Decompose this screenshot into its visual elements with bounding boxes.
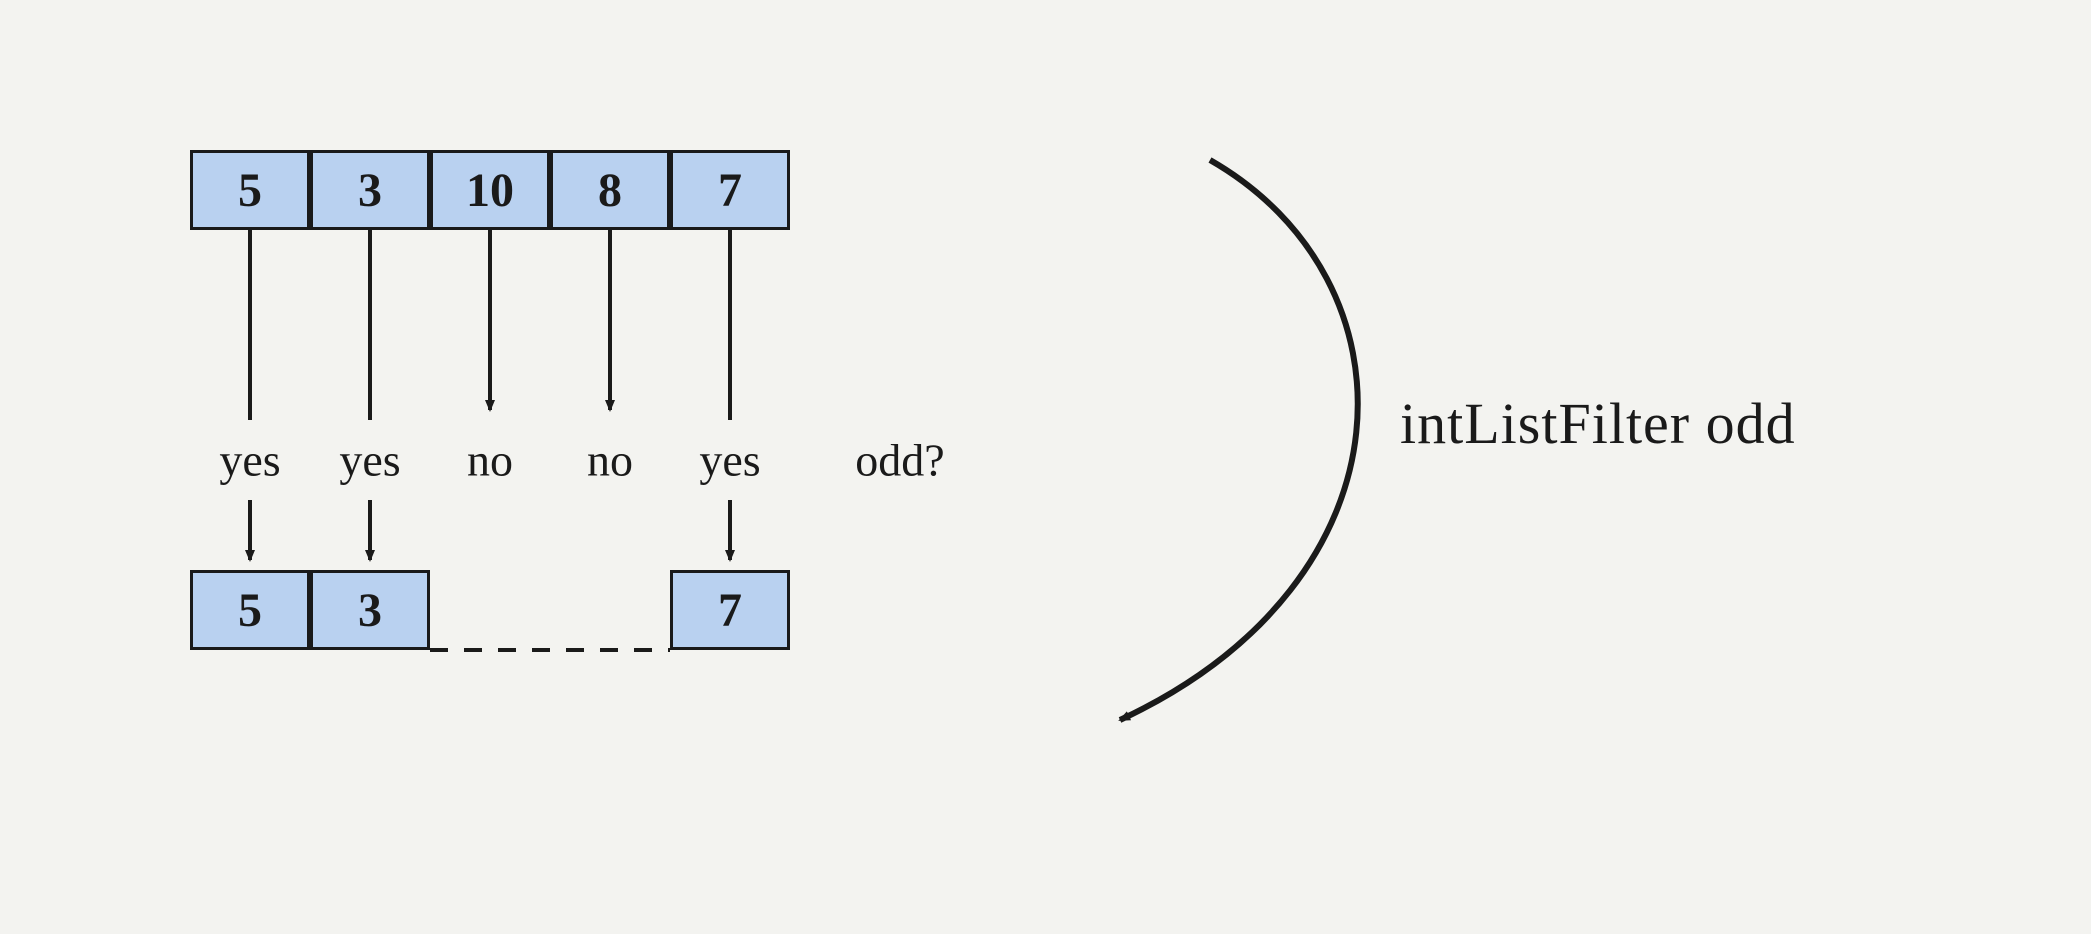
- output-cell-1: 3: [310, 570, 430, 650]
- input-cell-0: 5: [190, 150, 310, 230]
- predicate-result-3: no: [587, 434, 633, 487]
- result-text: yes: [219, 435, 280, 486]
- input-cell-2: 10: [430, 150, 550, 230]
- output-cell-0: 5: [190, 570, 310, 650]
- output-cell-2: 7: [670, 570, 790, 650]
- function-arc-arrow-icon: [1120, 160, 1358, 720]
- result-text: yes: [339, 435, 400, 486]
- result-text: no: [587, 435, 633, 486]
- function-text: intListFilter odd: [1400, 391, 1796, 456]
- predicate-result-1: yes: [339, 434, 400, 487]
- predicate-result-4: yes: [699, 434, 760, 487]
- result-text: no: [467, 435, 513, 486]
- cell-value: 8: [598, 163, 622, 218]
- diagram-canvas: { "input": { "values": ["5", "3", "10", …: [0, 0, 2091, 934]
- cell-value: 7: [718, 163, 742, 218]
- input-cell-3: 8: [550, 150, 670, 230]
- cell-value: 5: [238, 163, 262, 218]
- diagram-svg: [0, 0, 2091, 934]
- input-cell-1: 3: [310, 150, 430, 230]
- cell-value: 3: [358, 163, 382, 218]
- cell-value: 10: [466, 163, 514, 218]
- function-name-label: intListFilter odd: [1400, 390, 1796, 457]
- input-cell-4: 7: [670, 150, 790, 230]
- predicate-result-0: yes: [219, 434, 280, 487]
- predicate-question-label: odd?: [855, 434, 944, 487]
- result-text: yes: [699, 435, 760, 486]
- cell-value: 7: [718, 583, 742, 638]
- question-text: odd?: [855, 435, 944, 486]
- cell-value: 5: [238, 583, 262, 638]
- cell-value: 3: [358, 583, 382, 638]
- predicate-result-2: no: [467, 434, 513, 487]
